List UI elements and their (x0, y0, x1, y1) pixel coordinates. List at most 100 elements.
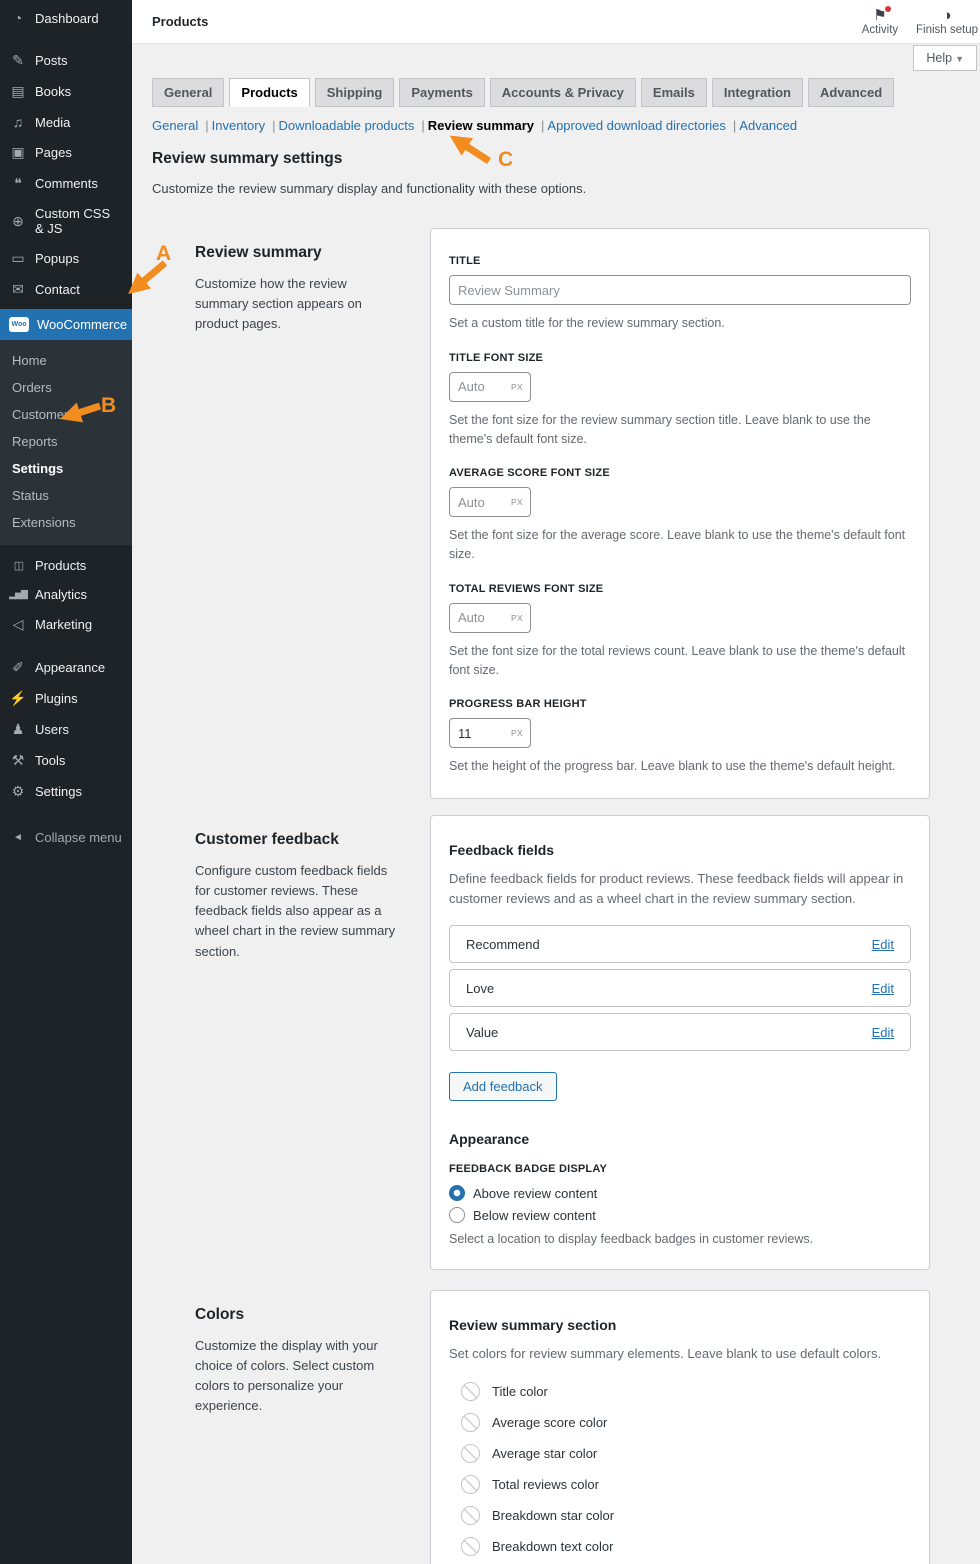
subnav-separator: | (421, 118, 425, 133)
tab-shipping[interactable]: Shipping (314, 78, 395, 107)
sidebar-item-popups[interactable]: ▭ Popups (0, 243, 132, 274)
empty-color-swatch-icon (461, 1444, 480, 1464)
sidebar-item-label: Users (35, 722, 69, 737)
help-dropdown-button[interactable]: Help ▼ (913, 45, 977, 71)
custom-css-icon: ⊕ (12, 212, 24, 229)
sidebar-item-books[interactable]: ▤ Books (0, 76, 132, 107)
sidebar-item-comments[interactable]: ❝ Comments (0, 168, 132, 199)
finish-setup-label: Finish setup (915, 24, 978, 36)
badge-display-help: Select a location to display feedback ba… (449, 1232, 814, 1247)
customer-feedback-heading: Customer feedback (195, 831, 339, 848)
notification-dot (884, 6, 891, 12)
tab-products[interactable]: Products (229, 78, 310, 107)
radio-above-review-content[interactable]: Above review content (449, 1185, 911, 1202)
main-area: Products ⚑ Activity ◑ Finish setup Help ▼… (132, 0, 980, 1564)
edit-link[interactable]: Edit (872, 937, 894, 952)
tab-payments[interactable]: Payments (399, 78, 485, 107)
customer-feedback-section: Customer feedback Configure custom feedb… (195, 815, 980, 1271)
sidebar-item-analytics[interactable]: ▂▅▇ Analytics (0, 580, 132, 609)
tab-emails[interactable]: Emails (640, 78, 707, 107)
subnav-downloadable-products[interactable]: Downloadable products (279, 118, 415, 133)
subnav-inventory[interactable]: Inventory (212, 118, 265, 133)
color-picker-total-reviews[interactable]: Total reviews color (461, 1475, 911, 1495)
sidebar-item-pages[interactable]: ▣ Pages (0, 137, 132, 168)
tab-general[interactable]: General (152, 78, 225, 107)
books-icon: ▤ (11, 83, 25, 99)
progress-bar-height-help: Set the height of the progress bar. Leav… (449, 759, 896, 774)
color-picker-breakdown-star[interactable]: Breakdown star color (461, 1506, 911, 1526)
submenu-item-orders[interactable]: Orders (0, 374, 132, 401)
marketing-icon: ◁ (12, 616, 24, 632)
submenu-item-reports[interactable]: Reports (0, 428, 132, 455)
radio-unselected-icon (449, 1207, 465, 1224)
activity-label: Activity (861, 24, 899, 36)
subnav-approved-download-directories[interactable]: Approved download directories (547, 118, 726, 133)
appearance-icon: ✐ (12, 659, 24, 675)
sidebar-item-users[interactable]: ♟ Users (0, 714, 132, 745)
subnav-review-summary[interactable]: Review summary (428, 118, 534, 133)
submenu-item-customers[interactable]: Customers (0, 401, 132, 428)
subnav-separator: | (541, 118, 545, 133)
activity-button[interactable]: ⚑ Activity (858, 6, 902, 36)
contact-icon: ✉ (12, 281, 24, 297)
feedback-fields-description: Define feedback fields for product revie… (449, 871, 904, 907)
sidebar-item-custom-css-js[interactable]: ⊕ Custom CSS & JS (0, 199, 132, 243)
finish-setup-button[interactable]: ◑ Finish setup (915, 7, 978, 37)
add-feedback-button[interactable]: Add feedback (449, 1072, 557, 1102)
sidebar-item-label: Media (35, 114, 71, 130)
title-field-help: Set a custom title for the review summar… (449, 316, 725, 330)
subnav-separator: | (205, 118, 209, 133)
subnav-advanced[interactable]: Advanced (739, 118, 797, 133)
color-label: Total reviews color (492, 1477, 599, 1493)
sidebar-item-label: Posts (35, 53, 68, 68)
comments-icon: ❝ (14, 175, 22, 191)
sidebar-item-contact[interactable]: ✉ Contact (0, 274, 132, 305)
px-unit-label: PX (511, 381, 523, 392)
sidebar-item-dashboard[interactable]: ◔ Dashboard (0, 0, 132, 33)
review-summary-section-heading: Review summary section (449, 1317, 617, 1334)
color-picker-average-star[interactable]: Average star color (461, 1444, 911, 1464)
feedback-name: Recommend (466, 936, 540, 952)
collapse-menu-label: Collapse menu (35, 830, 122, 845)
color-picker-average-score[interactable]: Average score color (461, 1413, 911, 1433)
tab-accounts-privacy[interactable]: Accounts & Privacy (489, 78, 636, 107)
title-input[interactable] (449, 275, 911, 305)
empty-color-swatch-icon (461, 1506, 480, 1526)
sidebar-item-woocommerce[interactable]: Woo WooCommerce (0, 309, 132, 340)
sidebar-item-plugins[interactable]: ⚡ Plugins (0, 683, 132, 714)
edit-link[interactable]: Edit (872, 981, 894, 996)
woocommerce-submenu: Home Orders Customers Reports Settings S… (0, 340, 132, 545)
color-label: Breakdown text color (492, 1539, 614, 1555)
feedback-fields-heading: Feedback fields (449, 842, 555, 858)
sidebar-item-appearance[interactable]: ✐ Appearance (0, 652, 132, 683)
sidebar-item-label: Dashboard (35, 10, 99, 26)
tab-integration[interactable]: Integration (711, 78, 803, 107)
empty-color-swatch-icon (461, 1537, 480, 1557)
setup-progress-icon: ◑ (942, 7, 952, 24)
submenu-item-settings[interactable]: Settings (0, 455, 132, 482)
empty-color-swatch-icon (461, 1382, 480, 1402)
color-picker-title[interactable]: Title color (461, 1382, 911, 1402)
activity-flag-icon: ⚑ (873, 6, 891, 24)
page-title: Products (152, 14, 209, 29)
submenu-item-home[interactable]: Home (0, 347, 132, 374)
sidebar-item-posts[interactable]: ✎ Posts (0, 45, 132, 76)
customer-feedback-description: Configure custom feedback fields for cus… (195, 863, 396, 959)
color-picker-breakdown-text[interactable]: Breakdown text color (461, 1537, 911, 1557)
sidebar-item-marketing[interactable]: ◁ Marketing (0, 609, 132, 640)
sidebar-item-settings[interactable]: ⚙ Settings (0, 776, 132, 807)
submenu-item-status[interactable]: Status (0, 482, 132, 509)
sidebar-item-media[interactable]: ♫ Media (0, 107, 132, 137)
collapse-menu-button[interactable]: ◄ Collapse menu (0, 823, 132, 852)
feedback-row-recommend: Recommend Edit (449, 925, 911, 964)
sidebar-item-tools[interactable]: ⚒ Tools (0, 745, 132, 776)
average-score-font-size-label: AVERAGE SCORE FONT SIZE (449, 467, 610, 480)
radio-below-review-content[interactable]: Below review content (449, 1207, 911, 1224)
colors-heading: Colors (195, 1306, 245, 1324)
subnav-general[interactable]: General (152, 118, 198, 133)
sidebar-item-products[interactable]: ◫ Products (0, 551, 132, 580)
edit-link[interactable]: Edit (872, 1025, 894, 1040)
submenu-item-extensions[interactable]: Extensions (0, 509, 132, 536)
tab-advanced[interactable]: Advanced (808, 78, 895, 107)
feedback-badge-display-label: FEEDBACK BADGE DISPLAY (449, 1163, 608, 1176)
